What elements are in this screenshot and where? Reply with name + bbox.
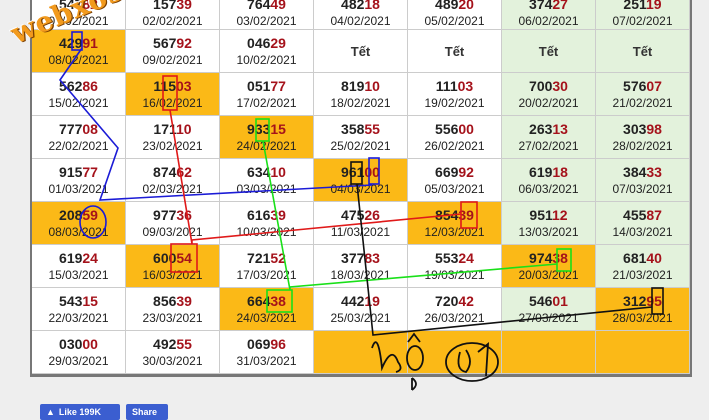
facebook-share-button[interactable]: Share [126,404,168,420]
blue-line-annotation [58,47,373,201]
red-box-annotation [460,201,478,229]
black-box-annotation [651,287,664,315]
like-button-label: Like 199K [58,407,101,417]
handwritten-word: lô [430,392,437,402]
facebook-like-button[interactable]: ▲ Like 199K [40,404,120,420]
share-button-label: Share [132,407,158,417]
annotation-overlay [58,31,664,391]
blue-box-annotation [71,31,83,51]
thumbs-up-icon: ▲ [46,407,55,417]
red-box-annotation [170,243,198,273]
handwritten-note: lô 01 [430,392,450,402]
black-box-annotation [350,161,363,185]
handwriting-stroke [371,341,402,373]
green-box-annotation [255,118,270,142]
red-line-annotation [169,109,462,245]
blue-box-annotation [368,157,380,185]
red-box-annotation [162,75,178,111]
green-box-annotation [556,248,572,272]
green-line-annotation [262,140,558,291]
black-line-annotation [356,183,653,336]
green-box-annotation [266,289,293,313]
handwritten-number: 01 [440,392,450,402]
blue-circle-annotation [79,205,107,239]
